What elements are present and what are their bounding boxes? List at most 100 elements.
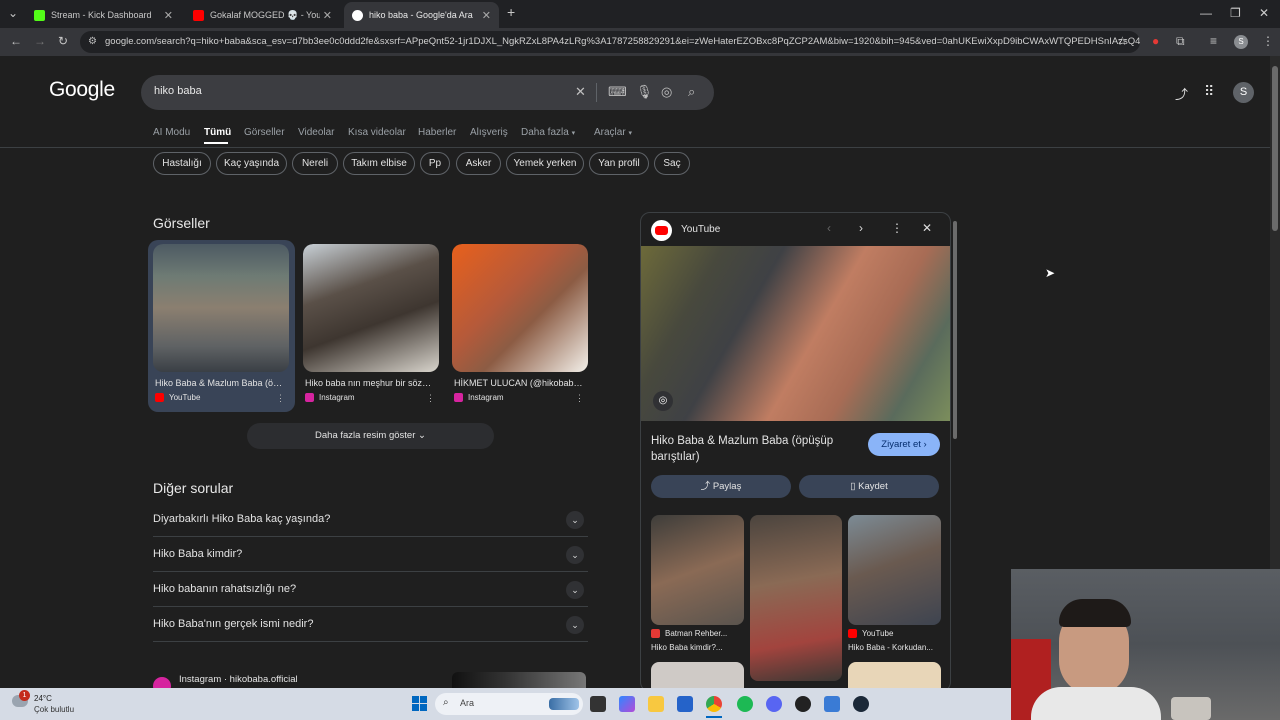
visit-button[interactable]: Ziyaret et › — [868, 433, 940, 456]
microphone-icon[interactable]: 🎙 — [636, 84, 653, 100]
google-logo[interactable]: Google — [49, 78, 115, 102]
question-row[interactable]: Hiko Baba kimdir? ⌄ — [153, 537, 588, 572]
tab-search-icon[interactable]: ⌄ — [8, 6, 18, 20]
image-card[interactable]: Hiko Baba & Mazlum Baba (öpüşüp barıştıl… — [153, 244, 289, 408]
site-info-icon[interactable]: ⚙ — [88, 31, 97, 53]
tab-tools[interactable]: Araçlar ▾ — [594, 127, 632, 138]
file-explorer-icon[interactable] — [648, 696, 664, 712]
tab-more[interactable]: Daha fazla ▾ — [521, 127, 575, 138]
more-options-icon[interactable]: ⋮ — [891, 221, 903, 235]
panel-title[interactable]: Hiko Baba & Mazlum Baba (öpüşüp barıştıl… — [651, 433, 856, 465]
previous-icon[interactable]: ‹ — [827, 221, 831, 235]
tab-short-videos[interactable]: Kısa videolar — [348, 127, 406, 138]
preview-image[interactable] — [641, 246, 950, 421]
close-icon[interactable]: ✕ — [922, 221, 932, 235]
related-image[interactable] — [651, 515, 744, 625]
related-image[interactable] — [848, 515, 941, 625]
account-avatar[interactable]: S — [1233, 82, 1254, 103]
next-icon[interactable]: › — [859, 221, 863, 235]
chevron-down-icon[interactable]: ⌄ — [566, 581, 584, 599]
image-card[interactable]: Hiko baba nın meşhur bir sözü var Instag… — [303, 244, 439, 408]
tab-ai-mode[interactable]: AI Modu — [153, 127, 190, 138]
lens-icon[interactable]: ◎ — [661, 84, 672, 100]
close-tab-icon[interactable]: ✕ — [482, 9, 491, 22]
bookmark-star-icon[interactable]: ☆ — [1117, 34, 1128, 48]
share-icon[interactable]: ⤴ — [1175, 84, 1188, 103]
chip-yan-profil[interactable]: Yan profil — [589, 152, 649, 175]
media-control-icon[interactable]: ≡ — [1210, 34, 1217, 48]
search-icon[interactable]: ⌕ — [688, 84, 695, 100]
close-tab-icon[interactable]: ✕ — [164, 9, 173, 22]
panel-scroll-thumb[interactable] — [953, 221, 957, 439]
tab-images[interactable]: Görseller — [244, 127, 285, 138]
result-source[interactable]: Instagram · hikobaba.official — [179, 674, 298, 685]
related-image[interactable] — [848, 662, 941, 688]
extension-icon[interactable]: ● — [1152, 34, 1159, 48]
windows-start-icon[interactable] — [412, 696, 427, 711]
chevron-down-icon[interactable]: ⌄ — [566, 511, 584, 529]
search-box[interactable]: hiko baba ✕ ⌨ 🎙 ◎ ⌕ — [141, 75, 714, 110]
store-icon[interactable] — [677, 696, 693, 712]
question-row[interactable]: Diyarbakırlı Hiko Baba kaç yaşında? ⌄ — [153, 502, 588, 537]
related-image[interactable] — [651, 662, 744, 688]
share-button[interactable]: ⤴ Paylaş — [651, 475, 791, 498]
keyboard-icon[interactable]: ⌨ — [608, 84, 627, 100]
notepad-icon[interactable] — [824, 696, 840, 712]
weather-temp[interactable]: 24°C — [34, 694, 52, 703]
more-options-icon[interactable]: ⋮ — [575, 393, 584, 404]
spotify-icon[interactable] — [737, 696, 753, 712]
tab-videos[interactable]: Videolar — [298, 127, 335, 138]
image-card[interactable]: HİKMET ULUCAN (@hikobaba.official) Insta… — [452, 244, 588, 408]
copilot-icon[interactable] — [619, 696, 635, 712]
chip-pp[interactable]: Pp — [420, 152, 450, 175]
search-input[interactable]: hiko baba — [154, 85, 202, 97]
apps-grid-icon[interactable]: ⠿ — [1204, 83, 1214, 100]
extensions-puzzle-icon[interactable]: ⧉ — [1176, 34, 1185, 49]
more-options-icon[interactable]: ⋮ — [276, 393, 285, 404]
panel-scrollbar[interactable] — [952, 213, 958, 688]
save-button[interactable]: ▯ Kaydet — [799, 475, 939, 498]
new-tab-button[interactable]: + — [507, 4, 515, 20]
tab-kick[interactable]: Stream - Kick Dashboard ✕ — [26, 2, 181, 28]
chevron-down-icon[interactable]: ⌄ — [566, 546, 584, 564]
tab-news[interactable]: Haberler — [418, 127, 456, 138]
maximize-icon[interactable]: ❐ — [1230, 6, 1241, 20]
chip-takim-elbise[interactable]: Takım elbise — [343, 152, 415, 175]
result-thumbnail[interactable] — [452, 672, 586, 688]
chip-asker[interactable]: Asker — [456, 152, 501, 175]
reload-icon[interactable]: ↻ — [58, 34, 68, 48]
more-options-icon[interactable]: ⋮ — [426, 393, 435, 404]
question-row[interactable]: Hiko babanın rahatsızlığı ne? ⌄ — [153, 572, 588, 607]
task-view-icon[interactable] — [590, 696, 606, 712]
clear-icon[interactable]: ✕ — [575, 84, 586, 100]
chip-kac-yasinda[interactable]: Kaç yaşında — [216, 152, 287, 175]
chevron-down-icon[interactable]: ⌄ — [566, 616, 584, 634]
tab-google[interactable]: hiko baba - Google'da Ara ✕ — [344, 2, 499, 28]
menu-icon[interactable]: ⋮ — [1262, 34, 1274, 48]
chip-sac[interactable]: Saç — [654, 152, 690, 175]
taskbar-search[interactable]: ⌕ Ara — [435, 693, 583, 715]
back-icon[interactable]: ← — [10, 34, 22, 48]
forward-icon[interactable]: → — [34, 34, 46, 48]
close-window-icon[interactable]: ✕ — [1259, 6, 1269, 20]
related-image[interactable] — [750, 515, 842, 681]
tab-youtube[interactable]: Gokalaf MOGGED 💀 - YouTube ✕ — [185, 2, 340, 28]
chip-nereli[interactable]: Nereli — [292, 152, 338, 175]
weather-desc[interactable]: Çok bulutlu — [34, 705, 74, 714]
chip-yemek-yerken[interactable]: Yemek yerken — [506, 152, 584, 175]
chip-hastaligi[interactable]: Hastalığı — [153, 152, 211, 175]
obs-icon[interactable] — [795, 696, 811, 712]
discord-icon[interactable] — [766, 696, 782, 712]
steam-icon[interactable] — [853, 696, 869, 712]
chrome-icon[interactable] — [706, 696, 722, 712]
address-bar[interactable]: ⚙ google.com/search?q=hiko+baba&sca_esv=… — [80, 31, 1140, 53]
tab-shopping[interactable]: Alışveriş — [470, 127, 508, 138]
page-scroll-thumb[interactable] — [1272, 66, 1278, 231]
lens-icon[interactable]: ◎ — [653, 391, 673, 411]
profile-avatar[interactable]: S — [1234, 35, 1248, 49]
question-row[interactable]: Hiko Baba'nın gerçek ismi nedir? ⌄ — [153, 607, 588, 642]
more-images-button[interactable]: Daha fazla resim göster ⌄ — [247, 423, 494, 449]
close-tab-icon[interactable]: ✕ — [323, 9, 332, 22]
tab-all[interactable]: Tümü — [204, 127, 231, 138]
minimize-icon[interactable]: — — [1200, 6, 1212, 20]
